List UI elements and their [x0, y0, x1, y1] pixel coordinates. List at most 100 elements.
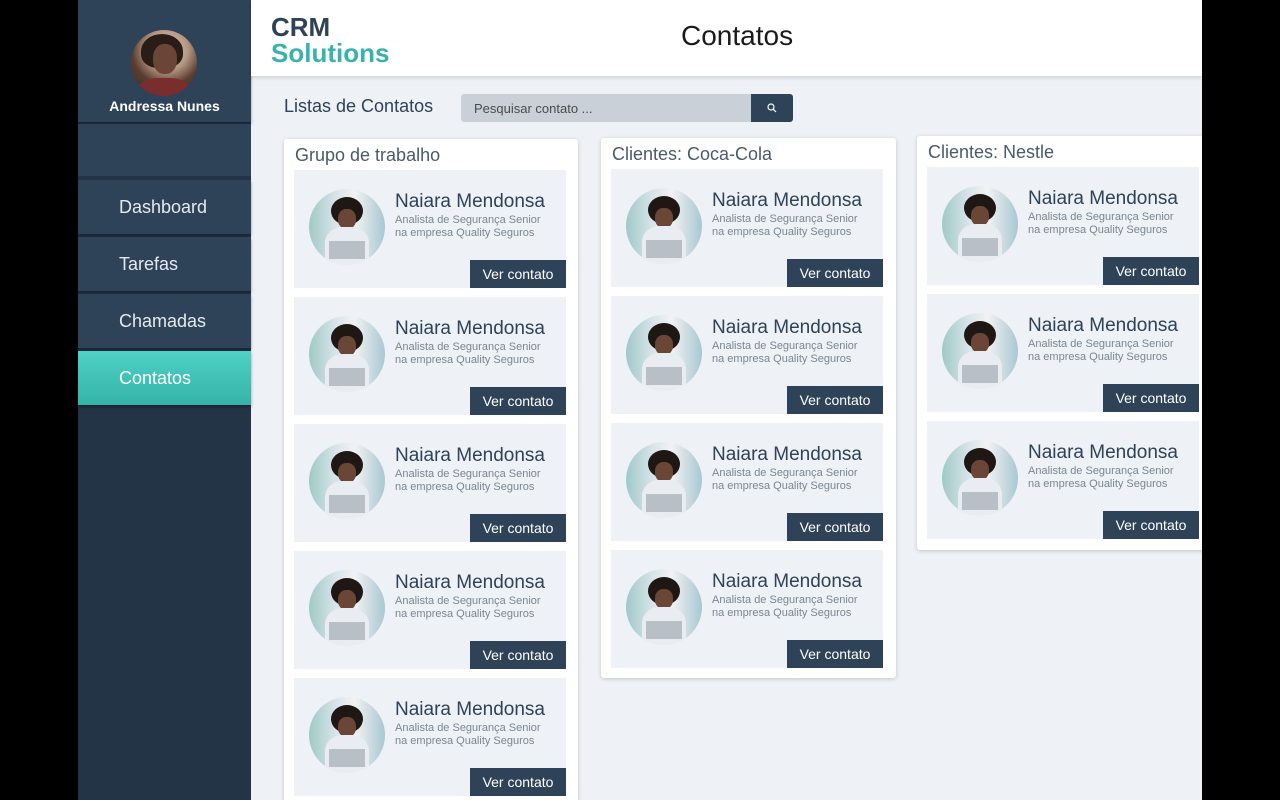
- contact-description: Analista de Segurança Senior na empresa Q…: [395, 468, 555, 494]
- contact-list-nestle: Clientes: Nestle Naiara Mendonsa Analista …: [917, 136, 1202, 550]
- app-window: Andressa Nunes Dashboard Tarefas Chamada…: [78, 0, 1202, 800]
- sidebar-item-chamadas[interactable]: Chamadas: [78, 294, 251, 348]
- contact-photo: [626, 442, 702, 518]
- contact-photo: [309, 570, 385, 646]
- sidebar-item-tarefas[interactable]: Tarefas: [78, 237, 251, 291]
- logo-line-2: Solutions: [271, 38, 390, 68]
- contact-name: Naiara Mendonsa: [395, 572, 545, 593]
- contact-role: Analista de Segurança Senior: [395, 214, 541, 226]
- contact-name: Naiara Mendonsa: [1028, 442, 1178, 463]
- page-title: Contatos: [681, 20, 794, 51]
- contact-company: na empresa Quality Seguros: [712, 226, 852, 238]
- contact-card: Naiara Mendonsa Analista de Segurança Sen…: [927, 167, 1199, 285]
- ver-contato-button[interactable]: Ver contato: [787, 640, 883, 668]
- ver-contato-button[interactable]: Ver contato: [787, 513, 883, 541]
- contact-photo: [309, 443, 385, 519]
- contact-card: Naiara Mendonsa Analista de Segurança Sen…: [294, 424, 566, 542]
- user-name: Andressa Nunes: [109, 98, 220, 114]
- contact-name: Naiara Mendonsa: [395, 318, 545, 339]
- ver-contato-button[interactable]: Ver contato: [1103, 511, 1199, 539]
- contact-name: Naiara Mendonsa: [712, 317, 862, 338]
- contact-role: Analista de Segurança Senior: [395, 341, 541, 353]
- logo-line-1: CRM: [271, 12, 331, 42]
- contact-card: Naiara Mendonsa Analista de Segurança Sen…: [927, 294, 1199, 412]
- contact-description: Analista de Segurança Senior na empresa Q…: [1028, 338, 1188, 364]
- contact-description: Analista de Segurança Senior na empresa Q…: [395, 341, 555, 367]
- contact-role: Analista de Segurança Senior: [1028, 338, 1174, 350]
- column-title: Clientes: Coca-Cola: [612, 144, 773, 164]
- contact-company: na empresa Quality Seguros: [712, 353, 852, 365]
- contact-card: Naiara Mendonsa Analista de Segurança Sen…: [611, 423, 883, 541]
- ver-contato-button[interactable]: Ver contato: [470, 514, 566, 542]
- ver-contato-button[interactable]: Ver contato: [787, 386, 883, 414]
- contact-photo: [942, 440, 1018, 516]
- logo[interactable]: CRM Solutions: [271, 14, 389, 66]
- contact-card: Naiara Mendonsa Analista de Segurança Sen…: [611, 169, 883, 287]
- list-title: Listas de Contatos: [284, 96, 434, 116]
- contact-photo: [309, 189, 385, 265]
- contact-role: Analista de Segurança Senior: [395, 595, 541, 607]
- contact-company: na empresa Quality Seguros: [395, 354, 535, 366]
- contact-company: na empresa Quality Seguros: [1028, 351, 1168, 363]
- contact-card: Naiara Mendonsa Analista de Segurança Sen…: [611, 550, 883, 668]
- contact-description: Analista de Segurança Senior na empresa Q…: [395, 595, 555, 621]
- contact-company: na empresa Quality Seguros: [712, 607, 852, 619]
- contact-company: na empresa Quality Seguros: [395, 227, 535, 239]
- sidebar-spacer: [78, 124, 251, 176]
- contact-photo: [626, 569, 702, 645]
- contact-role: Analista de Segurança Senior: [712, 213, 858, 225]
- contact-photo: [309, 697, 385, 773]
- contact-name: Naiara Mendonsa: [712, 190, 862, 211]
- search-input[interactable]: [461, 94, 751, 122]
- contact-name: Naiara Mendonsa: [1028, 315, 1178, 336]
- contact-company: na empresa Quality Seguros: [712, 480, 852, 492]
- sidebar-item-dashboard[interactable]: Dashboard: [78, 180, 251, 234]
- column-title: Grupo de trabalho: [295, 145, 441, 165]
- contact-name: Naiara Mendonsa: [712, 571, 862, 592]
- avatar: [131, 30, 197, 96]
- contact-name: Naiara Mendonsa: [712, 444, 862, 465]
- contact-photo: [309, 316, 385, 392]
- contact-company: na empresa Quality Seguros: [395, 735, 535, 747]
- search-icon: [767, 103, 777, 113]
- contact-photo: [626, 188, 702, 264]
- contact-description: Analista de Segurança Senior na empresa Q…: [712, 213, 872, 239]
- search-button[interactable]: [751, 94, 793, 122]
- contact-list-coca-cola: Clientes: Coca-Cola Naiara Mendonsa Analis…: [601, 138, 896, 678]
- header: CRM Solutions Contatos: [251, 0, 1202, 76]
- contact-description: Analista de Segurança Senior na empresa Q…: [1028, 465, 1188, 491]
- contact-name: Naiara Mendonsa: [1028, 188, 1178, 209]
- contact-card: Naiara Mendonsa Analista de Segurança Sen…: [611, 296, 883, 414]
- contact-description: Analista de Segurança Senior na empresa Q…: [712, 467, 872, 493]
- contact-description: Analista de Segurança Senior na empresa Q…: [395, 722, 555, 748]
- contact-company: na empresa Quality Seguros: [1028, 224, 1168, 236]
- contact-role: Analista de Segurança Senior: [1028, 211, 1174, 223]
- contact-name: Naiara Mendonsa: [395, 699, 545, 720]
- ver-contato-button[interactable]: Ver contato: [470, 768, 566, 796]
- contact-card: Naiara Mendonsa Analista de Segurança Sen…: [294, 170, 566, 288]
- ver-contato-button[interactable]: Ver contato: [787, 259, 883, 287]
- contact-card: Naiara Mendonsa Analista de Segurança Sen…: [294, 297, 566, 415]
- contact-card: Naiara Mendonsa Analista de Segurança Sen…: [927, 421, 1199, 539]
- sidebar-item-contatos[interactable]: Contatos: [78, 351, 251, 405]
- column-title: Clientes: Nestle: [928, 142, 1055, 162]
- contact-role: Analista de Segurança Senior: [1028, 465, 1174, 477]
- contact-role: Analista de Segurança Senior: [712, 467, 858, 479]
- ver-contato-button[interactable]: Ver contato: [1103, 384, 1199, 412]
- sidebar: Andressa Nunes Dashboard Tarefas Chamada…: [78, 0, 251, 800]
- contact-role: Analista de Segurança Senior: [395, 468, 541, 480]
- contact-role: Analista de Segurança Senior: [712, 340, 858, 352]
- contact-card: Naiara Mendonsa Analista de Segurança Sen…: [294, 551, 566, 669]
- contact-name: Naiara Mendonsa: [395, 445, 545, 466]
- contact-list-grupo-de-trabalho: Grupo de trabalho Naiara Mendonsa Analista…: [284, 139, 578, 800]
- ver-contato-button[interactable]: Ver contato: [470, 387, 566, 415]
- ver-contato-button[interactable]: Ver contato: [1103, 257, 1199, 285]
- contact-description: Analista de Segurança Senior na empresa Q…: [1028, 211, 1188, 237]
- contact-description: Analista de Segurança Senior na empresa Q…: [395, 214, 555, 240]
- ver-contato-button[interactable]: Ver contato: [470, 641, 566, 669]
- ver-contato-button[interactable]: Ver contato: [470, 260, 566, 288]
- contact-role: Analista de Segurança Senior: [712, 594, 858, 606]
- contact-company: na empresa Quality Seguros: [395, 481, 535, 493]
- contact-photo: [942, 313, 1018, 389]
- contact-role: Analista de Segurança Senior: [395, 722, 541, 734]
